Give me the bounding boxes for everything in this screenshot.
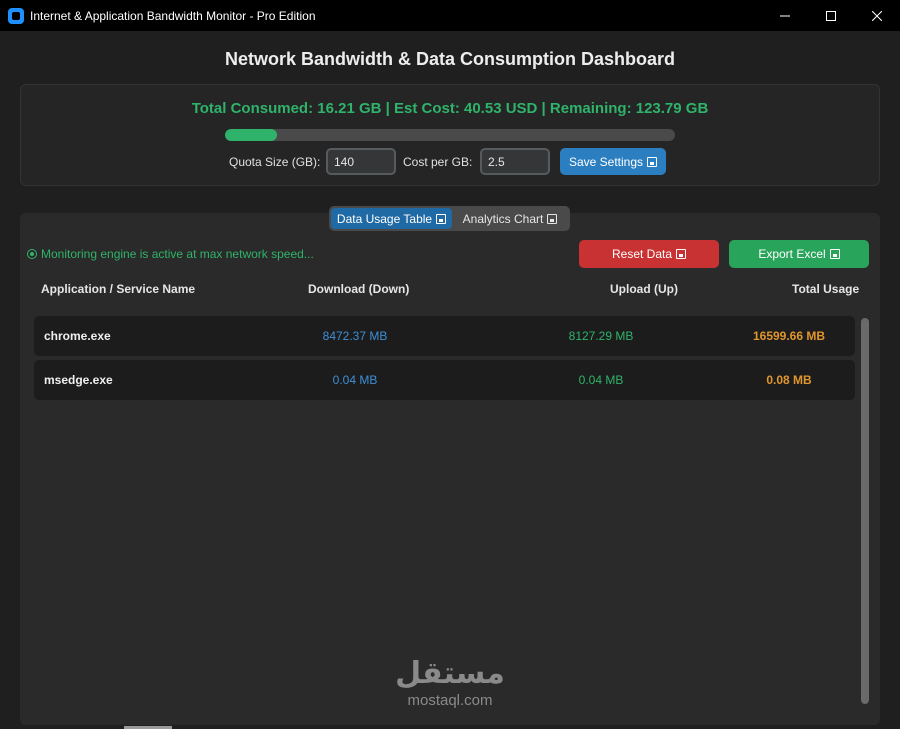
close-button[interactable] xyxy=(854,0,900,31)
status-indicator-icon xyxy=(27,249,37,259)
usage-list: chrome.exe 8472.37 MB 8127.29 MB 16599.6… xyxy=(34,316,855,404)
save-settings-button[interactable]: Save Settings xyxy=(560,148,666,175)
reset-data-label: Reset Data xyxy=(611,247,673,261)
tab-data-usage-table[interactable]: Data Usage Table xyxy=(331,208,452,229)
column-header-total: Total Usage xyxy=(792,282,860,296)
reset-icon xyxy=(676,249,687,259)
column-header-upload: Upload (Up) xyxy=(610,282,678,296)
cost-per-gb-label: Cost per GB: xyxy=(403,155,473,169)
maximize-button[interactable] xyxy=(808,0,854,31)
window-title: Internet & Application Bandwidth Monitor… xyxy=(30,8,316,23)
consumption-summary: Total Consumed: 16.21 GB | Est Cost: 40.… xyxy=(191,100,709,117)
maximize-icon xyxy=(826,10,836,21)
tab-label: Analytics Chart xyxy=(462,211,544,226)
download-value: 0.04 MB xyxy=(332,373,378,387)
export-excel-button[interactable]: Export Excel xyxy=(729,240,869,268)
save-settings-label: Save Settings xyxy=(568,154,644,169)
tab-switcher: Data Usage Table Analytics Chart xyxy=(329,206,570,231)
reset-data-button[interactable]: Reset Data xyxy=(579,240,719,268)
upload-value: 0.04 MB xyxy=(578,373,624,387)
tab-analytics-chart[interactable]: Analytics Chart xyxy=(454,208,566,229)
watermark: مستقل mostaql.com xyxy=(390,656,510,710)
quota-progress-fill xyxy=(225,129,278,141)
total-value: 16599.66 MB xyxy=(752,329,826,343)
monitoring-status: Monitoring engine is active at max netwo… xyxy=(27,247,314,261)
watermark-url: mostaql.com xyxy=(407,692,493,709)
list-scrollbar[interactable] xyxy=(861,318,869,704)
table-row[interactable]: chrome.exe 8472.37 MB 8127.29 MB 16599.6… xyxy=(34,316,855,356)
settings-row: Quota Size (GB): Cost per GB: Save Setti… xyxy=(21,148,879,176)
quota-size-input[interactable] xyxy=(326,148,396,175)
quota-progress-bar xyxy=(225,129,675,141)
quota-size-label: Quota Size (GB): xyxy=(229,155,321,169)
app-name: msedge.exe xyxy=(44,373,113,387)
table-row[interactable]: msedge.exe 0.04 MB 0.04 MB 0.08 MB xyxy=(34,360,855,400)
excel-icon xyxy=(829,249,840,259)
close-icon xyxy=(872,10,882,21)
app-name: chrome.exe xyxy=(44,329,111,343)
minimize-icon xyxy=(780,15,790,16)
tab-label: Data Usage Table xyxy=(336,211,433,226)
summary-panel: Total Consumed: 16.21 GB | Est Cost: 40.… xyxy=(20,84,880,186)
download-value: 8472.37 MB xyxy=(322,329,388,343)
status-text: Monitoring engine is active at max netwo… xyxy=(41,247,314,261)
upload-value: 8127.29 MB xyxy=(568,329,634,343)
window-titlebar: Internet & Application Bandwidth Monitor… xyxy=(0,0,900,31)
chart-icon xyxy=(547,213,558,224)
minimize-button[interactable] xyxy=(762,0,808,31)
export-excel-label: Export Excel xyxy=(758,247,826,261)
app-icon xyxy=(8,7,24,24)
column-header-download: Download (Down) xyxy=(308,282,410,296)
window-controls xyxy=(762,0,900,31)
table-icon xyxy=(436,213,447,224)
save-icon xyxy=(647,156,658,167)
watermark-logo: مستقل xyxy=(395,656,505,691)
total-value: 0.08 MB xyxy=(766,373,812,387)
column-header-name: Application / Service Name xyxy=(41,282,196,296)
cost-per-gb-input[interactable] xyxy=(480,148,550,175)
dashboard-title: Network Bandwidth & Data Consumption Das… xyxy=(224,49,676,69)
